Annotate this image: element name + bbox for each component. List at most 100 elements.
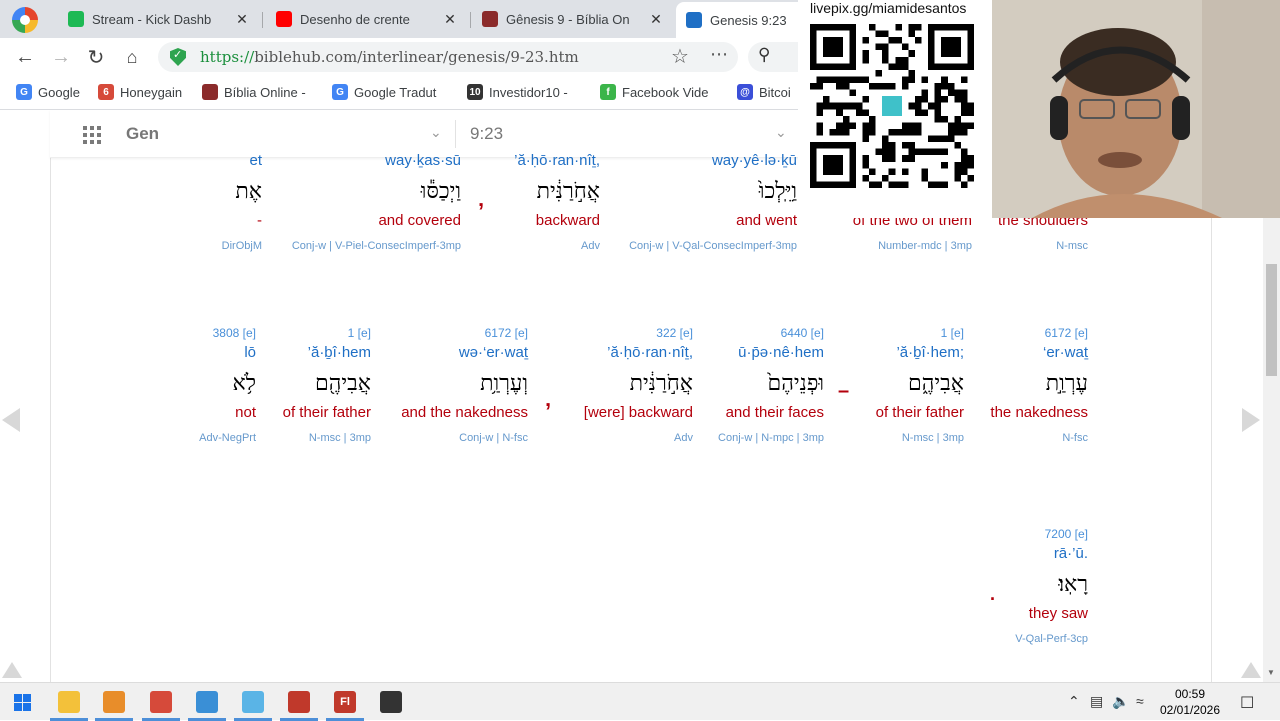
nav-divider [455,120,456,148]
qr-code-overlay: livepix.gg/miamidesantos [798,0,992,218]
youtube-icon [276,11,292,27]
clock-date: 02/01/2026 [1159,703,1221,717]
file-explorer-icon[interactable] [58,691,80,713]
verse-select[interactable]: 9:23 [470,124,503,144]
strong-number[interactable]: 6172 [e] [1045,326,1088,340]
notepad-icon[interactable] [242,691,264,713]
google-icon: G [16,84,32,100]
transliteration[interactable]: ’ă·ḥō·ran·nîṯ, [514,152,600,169]
transliteration[interactable]: ’ă·ḇî·hem; [896,344,964,361]
qr-code-image [810,24,974,188]
next-verse-arrow-icon[interactable] [1242,408,1260,432]
scroll-top-arrow-icon[interactable] [2,662,22,678]
part-of-speech[interactable]: Conj-w | N-fsc [459,432,528,444]
part-of-speech[interactable]: Number-mdc | 3mp [878,240,972,252]
calculator-icon[interactable] [288,691,310,713]
part-of-speech[interactable]: N-msc [1056,240,1088,252]
transliteration[interactable]: way·yê·lə·ḵū [712,152,797,169]
part-of-speech[interactable]: N-fsc [1062,432,1088,444]
transliteration[interactable]: way·ḵas·sū [385,152,461,169]
browser-tab[interactable]: Gênesis 9 - Bíblia On ✕ [472,4,674,34]
transliteration[interactable]: ’ă·ḇî·hem [308,344,371,361]
transliteration[interactable]: lō [244,344,256,361]
network-icon[interactable]: ▤ [1090,693,1103,710]
part-of-speech[interactable]: N-msc | 3mp [309,432,371,444]
strong-number[interactable]: 322 [e] [656,326,693,340]
part-of-speech[interactable]: Conj-w | V-Qal-ConsecImperf-3mp [629,240,797,252]
volume-icon[interactable]: 🔈 [1112,693,1129,710]
part-of-speech[interactable]: Adv [674,432,693,444]
book-select[interactable]: Gen [126,124,159,144]
address-bar[interactable]: https://biblehub.com/interlinear/genesis… [158,42,738,72]
english-gloss: [were] backward [583,404,693,421]
strong-number[interactable]: 6172 [e] [485,326,528,340]
part-of-speech[interactable]: DirObjM [222,240,262,252]
secure-shield-icon [170,48,186,66]
obs-icon[interactable] [380,691,402,713]
transliteration[interactable]: ū·p̄ə·nê·hem [738,344,824,361]
part-of-speech[interactable]: N-msc | 3mp [902,432,964,444]
close-tab-icon[interactable]: ✕ [234,11,250,28]
url-text[interactable]: https://biblehub.com/interlinear/genesis… [200,48,579,66]
scrollbar-thumb[interactable] [1266,264,1277,376]
sof-pasuq-mark: . [990,584,996,604]
part-of-speech[interactable]: Conj-w | V-Piel-ConsecImperf-3mp [292,240,461,252]
menu-grid-icon[interactable] [83,126,101,144]
browser-tab[interactable]: Stream - Kick Dashb ✕ [58,4,260,34]
home-icon[interactable]: ⌂ [119,44,145,70]
english-gloss: not [235,404,256,421]
chevron-down-icon[interactable]: ⌄ [430,124,442,141]
bookmark-label: Bitcoi [759,84,791,100]
strong-number[interactable]: 7200 [e] [1045,527,1088,541]
part-of-speech[interactable]: Adv-NegPrt [199,432,256,444]
transliteration[interactable]: ‘er·waṯ [1043,344,1088,361]
part-of-speech[interactable]: Adv [581,240,600,252]
bookmark-item[interactable]: @ Bitcoi [737,84,791,100]
chrome-icon[interactable] [150,691,172,713]
chevron-down-icon[interactable]: ⌄ [775,124,787,141]
bookmark-star-icon[interactable]: ☆ [671,44,689,69]
previous-verse-arrow-icon[interactable] [2,408,20,432]
bookmark-item[interactable]: G Google Tradut [332,84,436,100]
reload-icon[interactable]: ↻ [83,44,109,70]
strong-number[interactable]: 1 [e] [348,326,371,340]
notifications-icon[interactable]: ☐ [1240,693,1254,713]
tab-title: Genesis 9:23 [710,12,787,28]
bookmark-item[interactable]: f Facebook Vide [600,84,709,100]
browser-tab[interactable]: Genesis 9:23 [676,2,806,38]
forward-icon[interactable]: → [48,44,74,70]
bookmark-item[interactable]: 6 Honeygain [98,84,182,100]
fl-studio-icon[interactable]: Fl [334,691,356,713]
more-options-icon[interactable]: ⋯ [710,44,729,65]
media-icon[interactable] [103,691,125,713]
scroll-top-arrow-icon[interactable] [1241,662,1261,678]
tab-title: Gênesis 9 - Bíblia On [506,11,630,27]
transliteration[interactable]: rā·’ū. [1054,545,1088,562]
transliteration[interactable]: et [249,152,262,169]
translate-icon: G [332,84,348,100]
bookmark-item[interactable]: Bíblia Online - [202,84,306,100]
strong-number[interactable]: 1 [e] [941,326,964,340]
wifi-icon[interactable]: ≈ [1136,693,1144,709]
part-of-speech[interactable]: Conj-w | N-mpc | 3mp [718,432,824,444]
back-icon[interactable]: ← [12,44,38,70]
system-clock[interactable]: 00:59 02/01/2026 [1158,686,1222,718]
bookmark-item[interactable]: 10 Investidor10 - [467,84,568,100]
scroll-down-icon[interactable]: ▼ [1267,668,1275,677]
bookmark-item[interactable]: G Google [16,84,80,100]
browser-tab[interactable]: Desenho de crente ✕ [266,4,468,34]
transliteration[interactable]: ’ă·ḥō·ran·nîṯ, [607,344,693,361]
strong-number[interactable]: 3808 [e] [213,326,256,340]
close-tab-icon[interactable]: ✕ [442,11,458,28]
tray-expand-icon[interactable]: ⌃ [1068,693,1080,710]
part-of-speech[interactable]: V-Qal-Perf-3cp [1015,633,1088,645]
strong-number[interactable]: 6440 [e] [781,326,824,340]
url-path: biblehub.com/interlinear/genesis/9-23.ht… [254,48,579,66]
paint-icon[interactable] [196,691,218,713]
close-tab-icon[interactable]: ✕ [648,11,664,28]
bookmark-label: Google [38,84,80,100]
english-gloss: and went [736,212,797,229]
windows-start-icon[interactable] [14,694,31,711]
transliteration[interactable]: wə·‘er·waṯ [459,344,528,361]
hebrew-word: וּפְנֵיהֶם֙ [767,371,824,396]
